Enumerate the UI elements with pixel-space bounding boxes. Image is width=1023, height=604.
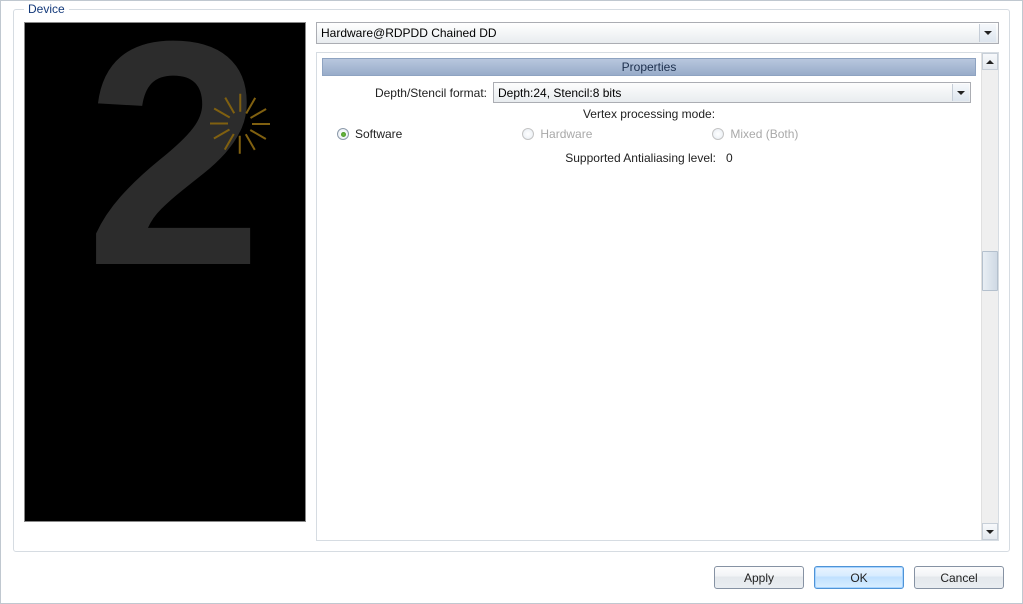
- antialiasing-value: 0: [726, 151, 733, 165]
- groupbox-title: Device: [24, 2, 69, 16]
- vertex-mode-title: Vertex processing mode:: [317, 105, 981, 123]
- depth-stencil-label: Depth/Stencil format:: [327, 86, 487, 100]
- device-dialog: Device 2 ZModeler Hardware@RDPDD C: [0, 0, 1023, 604]
- sparkle-icon: [207, 88, 277, 158]
- radio-hardware: Hardware: [522, 127, 592, 141]
- chevron-down-icon: [979, 24, 996, 42]
- preview-panel: 2 ZModeler: [24, 22, 306, 522]
- ok-button[interactable]: OK: [814, 566, 904, 589]
- scroll-up-button[interactable]: [982, 53, 998, 70]
- radio-hardware-label: Hardware: [540, 127, 592, 141]
- depth-stencil-row: Depth/Stencil format: Depth:24, Stencil:…: [317, 80, 981, 105]
- radio-mixed-label: Mixed (Both): [730, 127, 798, 141]
- preview-brand-text: ZModeler: [24, 241, 35, 515]
- scroll-down-button[interactable]: [982, 523, 998, 540]
- dialog-button-row: Apply OK Cancel: [1, 556, 1022, 603]
- radio-software-label: Software: [355, 127, 402, 141]
- properties-header: Properties: [322, 58, 976, 76]
- properties-content: Properties Depth/Stencil format: Depth:2…: [317, 53, 981, 540]
- depth-stencil-dropdown[interactable]: Depth:24, Stencil:8 bits: [493, 82, 971, 103]
- chevron-down-icon: [952, 84, 969, 101]
- vertical-scrollbar[interactable]: [981, 53, 998, 540]
- properties-panel: Properties Depth/Stencil format: Depth:2…: [316, 52, 999, 541]
- right-panel: Hardware@RDPDD Chained DD Properties Dep…: [316, 22, 999, 541]
- vertex-mode-radios: Software Hardware Mixed (Both): [317, 123, 981, 147]
- depth-stencil-value: Depth:24, Stencil:8 bits: [498, 86, 621, 100]
- antialiasing-row: Supported Antialiasing level: 0: [317, 147, 981, 173]
- cancel-button[interactable]: Cancel: [914, 566, 1004, 589]
- radio-circle-icon: [712, 128, 724, 140]
- apply-button[interactable]: Apply: [714, 566, 804, 589]
- scroll-thumb[interactable]: [982, 251, 998, 291]
- antialiasing-label: Supported Antialiasing level:: [565, 151, 716, 165]
- device-groupbox: Device 2 ZModeler Hardware@RDPDD C: [13, 9, 1010, 552]
- preview-version-number: 2: [85, 22, 263, 313]
- radio-mixed: Mixed (Both): [712, 127, 798, 141]
- radio-circle-icon: [337, 128, 349, 140]
- scroll-track[interactable]: [982, 70, 998, 523]
- radio-software[interactable]: Software: [337, 127, 402, 141]
- device-selector-dropdown[interactable]: Hardware@RDPDD Chained DD: [316, 22, 999, 44]
- radio-circle-icon: [522, 128, 534, 140]
- device-selector-value: Hardware@RDPDD Chained DD: [321, 26, 497, 40]
